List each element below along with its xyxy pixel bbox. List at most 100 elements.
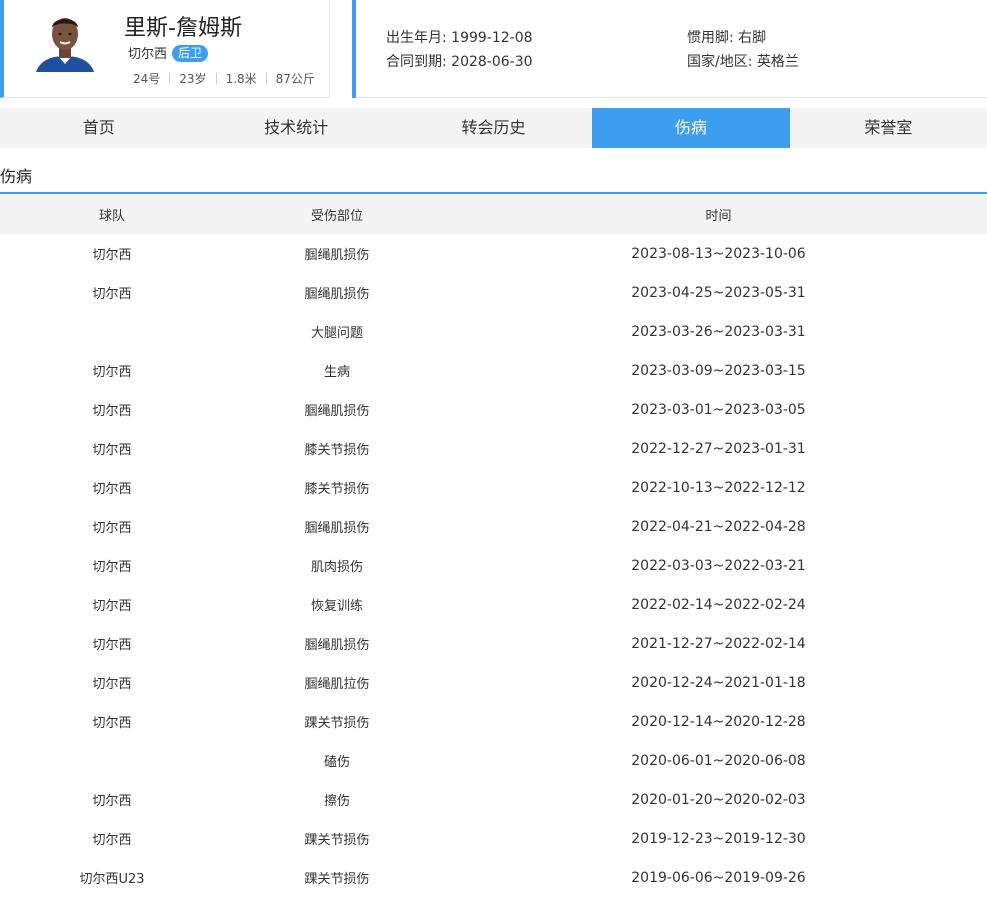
cell-time: 2020-01-20~2020-02-03 — [631, 791, 806, 808]
cell-injury-part: 肌肉损伤 — [310, 560, 363, 575]
cell-team[interactable]: 切尔西 — [0, 390, 224, 429]
cell-team[interactable]: 切尔西 — [0, 429, 224, 468]
cell-injury-part: 磕伤 — [323, 755, 350, 770]
nationality: 国家/地区: 英格兰 — [687, 54, 799, 70]
info-panel: 出生年月: 1999-12-08 合同到期: 2028-06-30 惯用脚: 右… — [356, 0, 987, 98]
cell-team[interactable]: 切尔西 — [0, 468, 224, 507]
cell-injury-part: 膝关节损伤 — [304, 443, 370, 458]
contract-end: 合同到期: 2028-06-30 — [386, 54, 533, 70]
player-weight: 87公斤 — [275, 72, 315, 86]
cell-time: 2022-12-27~2023-01-31 — [631, 440, 806, 457]
table-row: 磕伤 2020-06-01~2020-06-08 — [0, 741, 987, 780]
table-row: 切尔西U23 踝关节损伤 2019-06-06~2019-09-26 — [0, 858, 987, 897]
cell-injury-part: 腘绳肌损伤 — [304, 287, 370, 302]
player-avatar — [32, 10, 98, 72]
header-team: 球队 — [98, 208, 125, 224]
table-row: 切尔西 肌肉损伤 2022-03-03~2022-03-21 — [0, 546, 987, 585]
table-row: 切尔西 腘绳肌损伤 2023-04-25~2023-05-31 — [0, 273, 987, 312]
player-stats: 24号 23岁 1.8米 87公斤 — [133, 70, 315, 87]
cell-time: 2023-03-26~2023-03-31 — [631, 323, 806, 340]
table-header: 球队 受伤部位 时间 — [0, 194, 987, 234]
table-row: 切尔西 擦伤 2020-01-20~2020-02-03 — [0, 780, 987, 819]
cell-time: 2020-06-01~2020-06-08 — [631, 752, 806, 769]
table-row: 切尔西 踝关节损伤 2019-12-23~2019-12-30 — [0, 819, 987, 858]
tab-honors[interactable]: 荣誉室 — [790, 108, 987, 148]
table-header-row: 球队 受伤部位 时间 — [0, 194, 987, 234]
cell-time: 2020-12-24~2021-01-18 — [631, 674, 806, 691]
cell-team[interactable]: 切尔西 — [0, 624, 224, 663]
cell-injury-part: 踝关节损伤 — [304, 872, 370, 887]
table-body: 切尔西 腘绳肌损伤 2023-08-13~2023-10-06 切尔西 腘绳肌损伤 202… — [0, 234, 987, 897]
section-title: 伤病 — [0, 167, 33, 186]
divider — [265, 73, 267, 84]
birth-date: 出生年月: 1999-12-08 — [386, 30, 533, 46]
team-line: 切尔西 后卫 — [128, 43, 209, 62]
cell-injury-part: 大腿问题 — [310, 326, 363, 341]
cell-time: 2022-04-21~2022-04-28 — [631, 518, 806, 535]
tab-home[interactable]: 首页 — [0, 108, 197, 148]
tab-stats[interactable]: 技术统计 — [197, 108, 394, 148]
cell-team[interactable]: 切尔西 — [0, 702, 224, 741]
cell-team[interactable]: 切尔西 — [0, 234, 224, 273]
table-row: 切尔西 踝关节损伤 2020-12-14~2020-12-28 — [0, 702, 987, 741]
tab-transfers[interactable]: 转会历史 — [395, 108, 592, 148]
cell-team[interactable]: 切尔西 — [0, 780, 224, 819]
header-time: 时间 — [705, 208, 732, 224]
cell-time: 2023-03-01~2023-03-05 — [631, 401, 806, 418]
cell-team[interactable]: 切尔西 — [0, 585, 224, 624]
cell-time: 2023-03-09~2023-03-15 — [631, 362, 806, 379]
table-row: 切尔西 膝关节损伤 2022-10-13~2022-12-12 — [0, 468, 987, 507]
table-row: 切尔西 腘绳肌损伤 2021-12-27~2022-02-14 — [0, 624, 987, 663]
cell-time: 2023-08-13~2023-10-06 — [631, 245, 806, 262]
cell-time: 2022-02-14~2022-02-24 — [631, 596, 806, 613]
cell-injury-part: 腘绳肌损伤 — [304, 404, 370, 419]
injury-table: 球队 受伤部位 时间 切尔西 腘绳肌损伤 2023-08-13~2023-10-06 切尔… — [0, 194, 987, 897]
table-row: 切尔西 腘绳肌拉伤 2020-12-24~2021-01-18 — [0, 663, 987, 702]
cell-team[interactable]: 切尔西 — [0, 546, 224, 585]
table-row: 切尔西 腘绳肌损伤 2023-03-01~2023-03-05 — [0, 390, 987, 429]
table-row: 切尔西 膝关节损伤 2022-12-27~2023-01-31 — [0, 429, 987, 468]
cell-injury-part: 擦伤 — [323, 794, 350, 809]
cell-time: 2019-12-23~2019-12-30 — [631, 830, 806, 847]
cell-team[interactable]: 切尔西 — [0, 351, 224, 390]
cell-injury-part: 生病 — [323, 365, 350, 380]
cell-time: 2020-12-14~2020-12-28 — [631, 713, 806, 730]
injury-table-container: 球队 受伤部位 时间 切尔西 腘绳肌损伤 2023-08-13~2023-10-06 切尔… — [0, 192, 987, 897]
cell-team — [0, 312, 224, 351]
table-row: 大腿问题 2023-03-26~2023-03-31 — [0, 312, 987, 351]
player-header: 里斯-詹姆斯 切尔西 后卫 24号 23岁 1.8米 87公斤 出生年月: 1999-1… — [0, 0, 987, 98]
cell-time: 2019-06-06~2019-09-26 — [631, 869, 806, 886]
cell-time: 2021-12-27~2022-02-14 — [631, 635, 806, 652]
cell-injury-part: 腘绳肌拉伤 — [304, 677, 370, 692]
player-height: 1.8米 — [225, 72, 257, 86]
cell-injury-part: 腘绳肌损伤 — [304, 521, 370, 536]
player-name: 里斯-詹姆斯 — [124, 16, 242, 41]
header-injury-part: 受伤部位 — [310, 208, 363, 224]
tab-injuries[interactable]: 伤病 — [592, 108, 790, 148]
cell-injury-part: 恢复训练 — [310, 599, 363, 614]
cell-time: 2022-10-13~2022-12-12 — [631, 479, 806, 496]
cell-team[interactable]: 切尔西 — [0, 819, 224, 858]
tab-bar: 首页 技术统计 转会历史 伤病 荣誉室 — [0, 108, 987, 148]
divider — [169, 73, 171, 84]
cell-team[interactable]: 切尔西 — [0, 273, 224, 312]
player-team[interactable]: 切尔西 — [128, 47, 167, 62]
cell-injury-part: 腘绳肌损伤 — [304, 638, 370, 653]
table-row: 切尔西 腘绳肌损伤 2023-08-13~2023-10-06 — [0, 234, 987, 273]
table-row: 切尔西 恢复训练 2022-02-14~2022-02-24 — [0, 585, 987, 624]
table-row: 切尔西 腘绳肌损伤 2022-04-21~2022-04-28 — [0, 507, 987, 546]
cell-injury-part: 踝关节损伤 — [304, 833, 370, 848]
cell-injury-part: 踝关节损伤 — [304, 716, 370, 731]
player-photo-icon — [36, 18, 94, 72]
cell-team[interactable]: 切尔西 — [0, 663, 224, 702]
divider — [215, 73, 217, 84]
player-age: 23岁 — [179, 72, 207, 86]
cell-team[interactable]: 切尔西U23 — [0, 858, 224, 897]
cell-injury-part: 腘绳肌损伤 — [304, 248, 370, 263]
cell-time: 2023-04-25~2023-05-31 — [631, 284, 806, 301]
cell-team[interactable]: 切尔西 — [0, 507, 224, 546]
player-number: 24号 — [133, 72, 161, 86]
position-badge: 后卫 — [172, 45, 209, 62]
cell-time: 2022-03-03~2022-03-21 — [631, 557, 806, 574]
profile-card: 里斯-詹姆斯 切尔西 后卫 24号 23岁 1.8米 87公斤 — [0, 0, 330, 98]
